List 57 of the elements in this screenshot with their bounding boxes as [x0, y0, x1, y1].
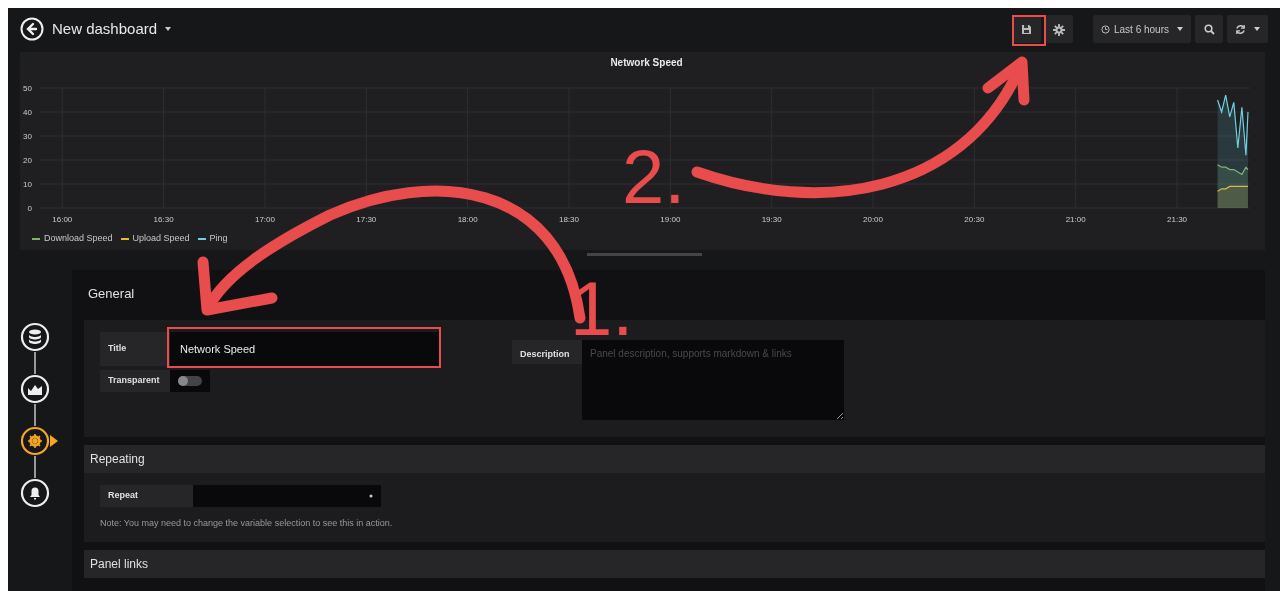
- general-tab[interactable]: [20, 426, 58, 456]
- axis-label: 17:30: [356, 215, 377, 224]
- caret-icon: [165, 27, 172, 31]
- axis-label: 19:00: [660, 215, 681, 224]
- field-label: Repeat: [100, 484, 193, 507]
- caret-icon: [1177, 27, 1183, 31]
- settings-button[interactable]: [1044, 15, 1073, 43]
- help-note: Note: You may need to change the variable selection to see this in action.: [100, 516, 394, 530]
- legend-item[interactable]: Ping: [197, 232, 228, 246]
- axis-label: 18:30: [559, 215, 579, 224]
- back-button[interactable]: [20, 16, 44, 42]
- transparent-toggle[interactable]: [170, 369, 210, 392]
- refresh-button[interactable]: [1227, 15, 1268, 43]
- axis-label: 20:00: [863, 215, 884, 224]
- axis-label: 16:00: [52, 215, 73, 224]
- highlight-frame: [1012, 15, 1046, 46]
- dashboard-title[interactable]: New dashboard: [52, 17, 158, 41]
- resize-handle[interactable]: [586, 253, 702, 256]
- axis-label: 10: [23, 180, 32, 189]
- legend-item[interactable]: Download Speed: [32, 232, 113, 246]
- search-icon: [1203, 24, 1215, 36]
- clock-icon: [1100, 24, 1110, 34]
- section-heading: Panel links: [84, 550, 1265, 578]
- time-range-picker[interactable]: Last 6 hours: [1092, 15, 1191, 43]
- axis-label: 21:30: [1167, 215, 1188, 224]
- axis-label: 20: [23, 156, 32, 165]
- queries-tab[interactable]: [20, 322, 50, 352]
- refresh-icon: [1235, 23, 1246, 35]
- alert-tab[interactable]: [20, 478, 50, 508]
- axis-label: 20:30: [964, 215, 985, 224]
- series-swatch: [120, 237, 129, 240]
- axis-label: 16:30: [153, 215, 174, 224]
- axis-label: 0: [27, 204, 32, 213]
- field-label: Transparent: [100, 369, 170, 392]
- save-icon: [1021, 24, 1033, 36]
- pointer-icon: [50, 435, 58, 447]
- series-swatch: [197, 237, 206, 240]
- series-swatch: [32, 237, 40, 240]
- caret-icon: [1254, 27, 1260, 31]
- field-label: Description: [512, 339, 582, 364]
- settings-icon: [1052, 23, 1065, 36]
- section-heading: Repeating: [84, 444, 1265, 473]
- legend-item[interactable]: Upload Speed: [120, 232, 190, 246]
- title-input[interactable]: Network Speed: [170, 331, 440, 366]
- axis-label: 17:00: [254, 215, 275, 224]
- section-heading: General: [87, 285, 136, 303]
- field-label: Title: [100, 331, 170, 366]
- visualization-tab[interactable]: [20, 374, 50, 404]
- axis-label: 21:00: [1065, 215, 1086, 224]
- description-input[interactable]: Panel description, supports markdown & links: [582, 339, 844, 420]
- axis-label: 19:30: [761, 215, 782, 224]
- axis-label: 40: [23, 108, 32, 117]
- axis-label: 18:00: [457, 215, 478, 224]
- axis-label: 50: [23, 84, 32, 93]
- axis-label: 30: [23, 132, 32, 141]
- chart-title: Network Speed: [610, 57, 683, 68]
- caret-icon: [369, 493, 373, 498]
